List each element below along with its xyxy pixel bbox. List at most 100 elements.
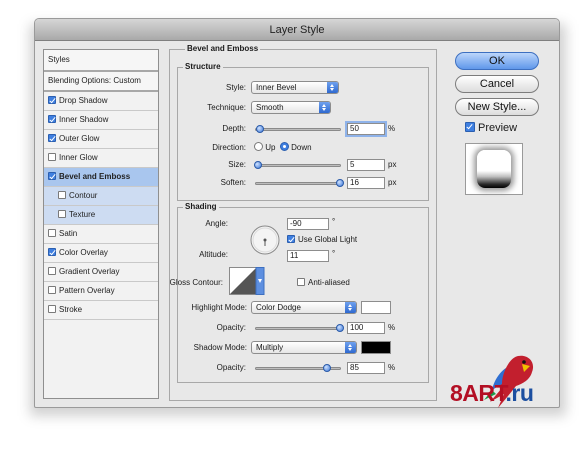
highlight-opacity-unit: % [388, 323, 396, 332]
gradient-overlay-checkbox[interactable] [48, 267, 56, 275]
depth-label: Depth: [222, 124, 246, 133]
highlight-opacity-input[interactable]: 100 [347, 322, 385, 334]
contour-checkbox[interactable] [58, 191, 66, 199]
sidebar-item-drop-shadow[interactable]: Drop Shadow [44, 92, 158, 111]
soften-unit: px [388, 178, 397, 187]
angle-dial[interactable] [249, 224, 281, 256]
anti-aliased-checkbox[interactable] [297, 278, 305, 286]
sidebar-item-inner-shadow[interactable]: Inner Shadow [44, 111, 158, 130]
angle-label: Angle: [205, 219, 228, 228]
sidebar-item-label: Color Overlay [59, 248, 108, 257]
soften-input[interactable]: 16 [347, 177, 385, 189]
style-select[interactable]: Inner Bevel [251, 81, 339, 94]
soften-slider[interactable] [255, 179, 344, 187]
sidebar-item-label: Contour [69, 191, 98, 200]
chevron-updown-icon [345, 342, 356, 353]
sidebar-item-outer-glow[interactable]: Outer Glow [44, 130, 158, 149]
direction-up-radio[interactable] [254, 142, 263, 151]
altitude-input[interactable]: 11 [287, 250, 329, 262]
sidebar-item-label: Pattern Overlay [59, 286, 115, 295]
size-slider[interactable] [253, 161, 341, 169]
watermark-suffix: .ru [505, 380, 534, 406]
sidebar-item-pattern-overlay[interactable]: Pattern Overlay [44, 282, 158, 301]
pattern-overlay-checkbox[interactable] [48, 286, 56, 294]
altitude-degree: ° [332, 249, 336, 258]
preview-option[interactable]: Preview [465, 122, 517, 134]
style-preview-thumbnail [465, 143, 523, 195]
chevron-updown-icon [327, 82, 338, 93]
sidebar-item-texture[interactable]: Texture [44, 206, 158, 225]
shadow-opacity-slider[interactable] [255, 364, 341, 372]
shading-title: Shading [183, 202, 219, 211]
drop-shadow-checkbox[interactable] [48, 96, 56, 104]
inner-glow-checkbox[interactable] [48, 153, 56, 161]
sidebar-item-label: Satin [59, 229, 78, 238]
global-light-option[interactable]: Use Global Light [287, 235, 357, 244]
window-title: Layer Style [35, 19, 559, 41]
sidebar-item-bevel-and-emboss[interactable]: Bevel and Emboss [44, 168, 158, 187]
highlight-opacity-slider[interactable] [255, 324, 344, 332]
sidebar-item-styles[interactable]: Styles [44, 50, 158, 72]
preview-label: Preview [478, 122, 518, 134]
sidebar-item-label: Outer Glow [59, 134, 100, 143]
shadow-color-swatch[interactable] [361, 341, 391, 354]
sidebar-item-stroke[interactable]: Stroke [44, 301, 158, 320]
stroke-checkbox[interactable] [48, 305, 56, 313]
sidebar-item-contour[interactable]: Contour [44, 187, 158, 206]
inner-shadow-checkbox[interactable] [48, 115, 56, 123]
styles-sidebar: Styles Blending Options: Custom Drop Sha… [43, 49, 159, 399]
chevron-updown-icon [345, 302, 356, 313]
new-style-button[interactable]: New Style... [455, 98, 539, 116]
highlight-color-swatch[interactable] [361, 301, 391, 314]
direction-down-radio[interactable] [279, 142, 289, 151]
technique-value: Smooth [256, 103, 284, 112]
anti-aliased-label: Anti-aliased [308, 278, 350, 287]
shadow-mode-label: Shadow Mode: [193, 343, 247, 352]
global-light-label: Use Global Light [298, 235, 358, 244]
texture-checkbox[interactable] [58, 210, 66, 218]
gloss-contour-label: Gloss Contour: [169, 278, 223, 287]
color-overlay-checkbox[interactable] [48, 248, 56, 256]
size-input[interactable]: 5 [347, 159, 385, 171]
angle-input[interactable]: -90 [287, 218, 329, 230]
highlight-opacity-label: Opacity: [216, 323, 246, 332]
sidebar-item-color-overlay[interactable]: Color Overlay [44, 244, 158, 263]
depth-slider[interactable] [255, 125, 341, 133]
sidebar-item-satin[interactable]: Satin [44, 225, 158, 244]
soften-slider-knob[interactable] [336, 179, 344, 187]
shadow-mode-select[interactable]: Multiply [251, 341, 357, 354]
bevel-and-emboss-checkbox[interactable] [48, 172, 56, 180]
shadow-opacity-unit: % [388, 363, 396, 372]
size-unit: px [388, 160, 397, 169]
size-slider-knob[interactable] [253, 161, 262, 169]
highlight-mode-label: Highlight Mode: [191, 303, 247, 312]
outer-glow-checkbox[interactable] [48, 134, 56, 142]
depth-input[interactable]: 50 [347, 123, 385, 135]
anti-aliased-option[interactable]: Anti-aliased [297, 278, 350, 287]
ok-button[interactable]: OK [455, 52, 539, 70]
satin-checkbox[interactable] [48, 229, 56, 237]
sidebar-item-label: Inner Glow [59, 153, 98, 162]
highlight-mode-select[interactable]: Color Dodge [251, 301, 357, 314]
highlight-mode-value: Color Dodge [256, 303, 301, 312]
shadow-mode-value: Multiply [256, 343, 284, 352]
sidebar-item-blending-options[interactable]: Blending Options: Custom [44, 72, 158, 92]
sidebar-item-label: Texture [69, 210, 96, 219]
panel-title: Bevel and Emboss [185, 44, 261, 53]
highlight-opacity-knob[interactable] [336, 324, 344, 332]
preview-checkbox[interactable] [465, 122, 475, 132]
sidebar-item-gradient-overlay[interactable]: Gradient Overlay [44, 263, 158, 282]
watermark-main: 8ART [450, 380, 506, 406]
sidebar-item-inner-glow[interactable]: Inner Glow [44, 149, 158, 168]
cancel-button[interactable]: Cancel [455, 75, 539, 93]
shadow-opacity-label: Opacity: [216, 363, 246, 372]
technique-label: Technique: [207, 103, 246, 112]
size-label: Size: [228, 160, 246, 169]
sidebar-item-label: Inner Shadow [59, 115, 109, 124]
direction-up-label: Up [265, 143, 276, 152]
gloss-contour-picker[interactable] [229, 267, 265, 295]
shadow-opacity-input[interactable]: 85 [347, 362, 385, 374]
technique-select[interactable]: Smooth [251, 101, 331, 114]
sidebar-item-label: Drop Shadow [59, 96, 108, 105]
global-light-checkbox[interactable] [287, 235, 295, 243]
